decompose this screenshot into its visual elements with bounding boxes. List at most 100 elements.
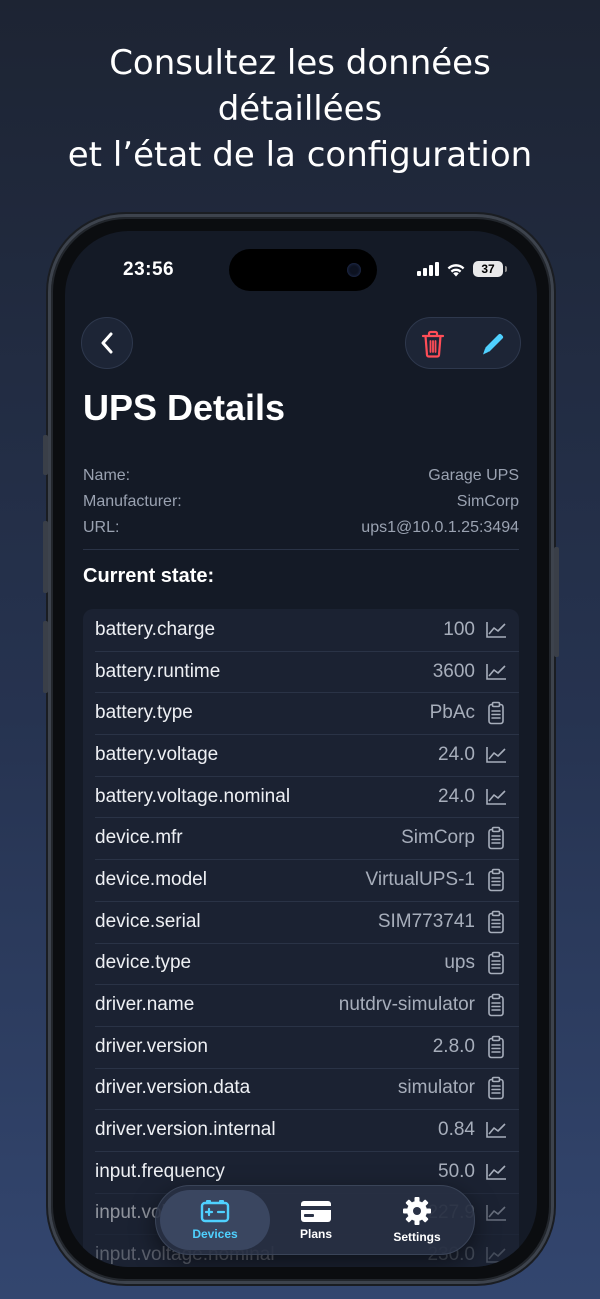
state-key: device.type xyxy=(95,952,192,974)
section-title: Current state: xyxy=(83,565,215,587)
meta-label: URL: xyxy=(83,519,120,536)
headline-line-3: et l’état de la configuration xyxy=(67,135,533,175)
state-key: battery.charge xyxy=(95,618,216,640)
state-value: SIM773741 xyxy=(377,910,475,932)
state-value: 50.0 xyxy=(438,1160,475,1182)
chevron-left-icon xyxy=(101,332,113,354)
state-value: 0.84 xyxy=(438,1119,475,1141)
state-row[interactable]: battery.runtime 3600 xyxy=(83,650,519,693)
state-value: 24.0 xyxy=(438,785,475,807)
clipboard-icon[interactable] xyxy=(485,1035,507,1059)
tab-devices[interactable]: Devices xyxy=(160,1190,270,1250)
state-key: driver.name xyxy=(95,994,195,1016)
chart-icon[interactable] xyxy=(485,744,507,766)
chart-icon[interactable] xyxy=(485,1161,507,1183)
meta-value: Garage UPS xyxy=(428,467,519,484)
clipboard-icon[interactable] xyxy=(485,1077,507,1100)
state-value: VirtualUPS-1 xyxy=(365,868,475,890)
state-value: 24.0 xyxy=(438,743,475,765)
tab-label: Settings xyxy=(393,1230,441,1244)
state-value: 2.8.0 xyxy=(432,1035,475,1057)
meta-row-name: Name: Garage UPS xyxy=(83,463,519,489)
state-row[interactable]: driver.name nutdrv-simulator xyxy=(83,984,519,1026)
chart-icon[interactable] xyxy=(485,1119,507,1141)
state-row[interactable]: device.type ups xyxy=(83,942,519,985)
battery-icon xyxy=(200,1200,230,1223)
meta-label: Name: xyxy=(83,467,131,484)
action-button xyxy=(43,435,48,475)
state-value: SimCorp xyxy=(401,827,475,849)
clipboard-icon[interactable] xyxy=(485,868,507,892)
meta-value: ups1@10.0.1.25:3494 xyxy=(361,519,519,536)
state-row[interactable]: device.model VirtualUPS-1 xyxy=(83,859,519,901)
chart-icon[interactable] xyxy=(485,619,507,641)
state-key: input.frequency xyxy=(95,1160,225,1182)
camera-icon xyxy=(347,263,361,277)
card-icon xyxy=(301,1201,331,1222)
device-meta: Name: Garage UPS Manufacturer: SimCorp U… xyxy=(83,463,519,541)
state-value: 100 xyxy=(443,618,475,640)
chart-icon[interactable] xyxy=(485,786,507,808)
meta-value: SimCorp xyxy=(456,493,519,510)
tab-label: Devices xyxy=(192,1227,238,1241)
state-key: battery.voltage.nominal xyxy=(95,785,291,807)
state-value: 3600 xyxy=(432,660,475,682)
chart-icon[interactable] xyxy=(485,661,507,683)
cellular-signal-icon xyxy=(417,262,439,276)
clipboard-icon[interactable] xyxy=(485,826,507,850)
tab-bar: Devices Plans Settings xyxy=(155,1185,475,1255)
app-screen: 23:56 37 UPS Details Name: Garage UPS Ma… xyxy=(65,231,537,1267)
tab-settings[interactable]: Settings xyxy=(362,1190,472,1250)
state-row[interactable]: driver.version.internal 0.84 xyxy=(83,1109,519,1151)
state-row[interactable]: device.mfr SimCorp xyxy=(83,817,519,859)
state-row[interactable]: battery.voltage.nominal 24.0 xyxy=(83,775,519,818)
state-key: battery.runtime xyxy=(95,660,221,682)
promo-headline: Consultez les données détaillées et l’ét… xyxy=(0,40,600,178)
clipboard-icon[interactable] xyxy=(485,701,507,725)
state-key: device.serial xyxy=(95,910,201,932)
headline-line-2: détaillées xyxy=(217,89,383,129)
state-key: driver.version.data xyxy=(95,1077,251,1099)
clipboard-icon[interactable] xyxy=(485,993,507,1017)
dynamic-island xyxy=(229,249,377,291)
status-time: 23:56 xyxy=(123,259,175,280)
state-value: ups xyxy=(444,952,475,974)
tab-label: Plans xyxy=(299,1227,332,1241)
state-row[interactable]: battery.type PbAc xyxy=(83,692,519,734)
volume-up-button xyxy=(43,521,48,593)
headline-line-1: Consultez les données xyxy=(109,43,491,83)
state-key: device.mfr xyxy=(95,827,183,849)
battery-status-icon: 37 xyxy=(473,261,507,277)
state-key: driver.version.internal xyxy=(95,1119,276,1141)
volume-down-button xyxy=(43,621,48,693)
state-row[interactable]: driver.version.data simulator xyxy=(83,1067,519,1110)
action-buttons-group xyxy=(405,317,521,369)
state-key: driver.version xyxy=(95,1035,208,1057)
state-row[interactable]: battery.charge 100 xyxy=(83,609,519,651)
state-key: device.model xyxy=(95,868,207,890)
chart-icon[interactable] xyxy=(485,1244,507,1266)
divider xyxy=(83,549,519,550)
state-key: battery.voltage xyxy=(95,743,219,765)
state-list: battery.charge 100 battery.runtime 3600 batt… xyxy=(83,609,519,1267)
clipboard-icon[interactable] xyxy=(485,952,507,975)
meta-row-url: URL: ups1@10.0.1.25:3494 xyxy=(83,515,519,541)
page-title: UPS Details xyxy=(83,387,286,428)
back-button[interactable] xyxy=(81,317,133,369)
clipboard-icon[interactable] xyxy=(485,910,507,933)
state-key: battery.type xyxy=(95,702,193,724)
state-value: simulator xyxy=(397,1077,475,1099)
chart-icon[interactable] xyxy=(485,1202,507,1224)
meta-label: Manufacturer: xyxy=(83,493,182,510)
state-row[interactable]: driver.version 2.8.0 xyxy=(83,1025,519,1068)
pencil-icon[interactable] xyxy=(480,331,506,357)
state-row[interactable]: battery.voltage 24.0 xyxy=(83,734,519,776)
status-indicators: 37 xyxy=(417,261,507,277)
meta-row-manufacturer: Manufacturer: SimCorp xyxy=(83,489,519,515)
wifi-icon xyxy=(447,263,465,276)
trash-icon[interactable] xyxy=(420,330,446,358)
tab-plans[interactable]: Plans xyxy=(261,1190,371,1250)
state-row[interactable]: device.serial SIM773741 xyxy=(83,900,519,943)
power-button xyxy=(554,547,559,657)
state-value: PbAc xyxy=(429,702,475,724)
